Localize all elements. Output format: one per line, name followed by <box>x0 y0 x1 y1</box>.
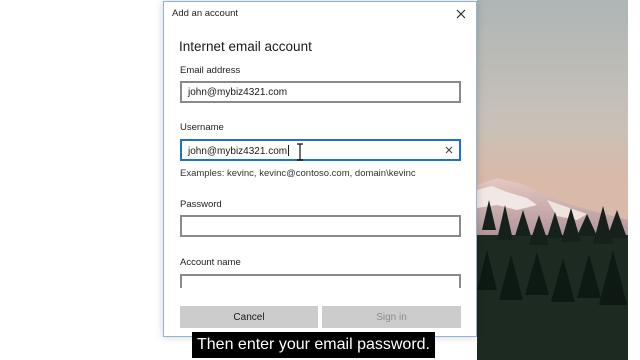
close-icon <box>456 9 466 19</box>
sign-in-button[interactable]: Sign in <box>322 306 461 328</box>
username-field[interactable]: john@mybiz4321.com <box>180 139 461 161</box>
video-caption: Then enter your email password. <box>192 332 435 358</box>
text-caret <box>288 145 290 156</box>
email-value: john@mybiz4321.com <box>188 87 288 98</box>
username-label: Username <box>180 122 224 133</box>
add-account-dialog: Add an account Internet email account Em… <box>163 1 477 337</box>
account-name-field[interactable] <box>180 274 461 288</box>
dialog-titlebar: Add an account <box>164 2 476 26</box>
password-field[interactable] <box>180 215 461 237</box>
email-field[interactable]: john@mybiz4321.com <box>180 81 461 103</box>
text-cursor-icon <box>297 143 303 161</box>
page-title: Internet email account <box>179 39 312 54</box>
scroll-cutoff <box>164 290 476 302</box>
username-value: john@mybiz4321.com <box>188 146 288 157</box>
email-label: Email address <box>180 65 241 76</box>
username-value-wrap: john@mybiz4321.com <box>188 145 290 157</box>
clear-text-icon[interactable] <box>443 144 455 156</box>
desktop-wallpaper <box>477 0 628 360</box>
username-examples-hint: Examples: kevinc, kevinc@contoso.com, do… <box>180 168 416 179</box>
screen-edge <box>628 0 640 360</box>
dialog-title: Add an account <box>172 8 239 19</box>
password-label: Password <box>180 199 222 210</box>
cancel-button[interactable]: Cancel <box>180 306 318 328</box>
close-button[interactable] <box>450 4 472 24</box>
account-name-label: Account name <box>180 257 241 268</box>
